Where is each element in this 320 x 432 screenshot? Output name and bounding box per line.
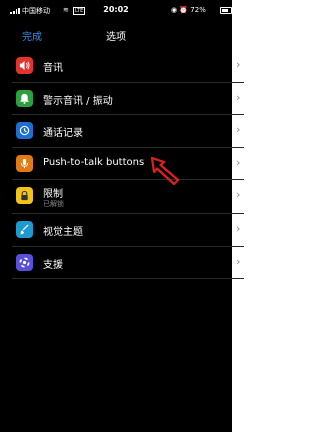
menu-item-support[interactable]: 支援 › bbox=[12, 247, 244, 279]
menu-item-restrictions[interactable]: 限制 已解锁 › bbox=[12, 180, 244, 214]
nav-bar: 完成 选项 bbox=[0, 20, 232, 50]
menu-item-label: 视觉主题 bbox=[43, 227, 83, 238]
status-indicators: ◉ ⏰ 72% bbox=[171, 6, 206, 14]
page-title: 选项 bbox=[106, 32, 126, 43]
menu-item-label: 通话记录 bbox=[43, 128, 83, 139]
menu-item-label: 警示音讯 / 振动 bbox=[43, 95, 113, 107]
chevron-right-icon: › bbox=[236, 123, 241, 136]
menu-item-label: 限制 bbox=[43, 189, 63, 200]
chevron-right-icon: › bbox=[236, 222, 241, 235]
chevron-right-icon: › bbox=[236, 90, 241, 104]
menu-item-ptt-buttons[interactable]: Push-to-talk buttons › bbox=[12, 148, 244, 180]
alarm-icon: ⏰ bbox=[179, 6, 189, 14]
options-list: 音讯 › 警示音讯 / 振动 › 通话记录 › Push-to-talk but… bbox=[12, 50, 244, 279]
chevron-right-icon: › bbox=[236, 58, 241, 71]
menu-item-history[interactable]: 通话记录 › bbox=[12, 115, 244, 148]
chevron-right-icon: › bbox=[236, 188, 241, 201]
menu-item-label: Push-to-talk buttons bbox=[43, 156, 145, 168]
microphone-icon bbox=[16, 154, 33, 172]
red-pointer-arrow-icon bbox=[150, 156, 180, 186]
paintbrush-icon bbox=[16, 221, 33, 238]
chevron-right-icon: › bbox=[236, 254, 241, 268]
menu-item-alerts[interactable]: 警示音讯 / 振动 › bbox=[12, 83, 244, 115]
menu-item-sublabel: 已解锁 bbox=[43, 200, 64, 208]
menu-item-label: 支援 bbox=[43, 259, 63, 271]
location-icon: ◉ bbox=[171, 6, 178, 14]
lock-icon bbox=[16, 187, 33, 204]
menu-item-audio[interactable]: 音讯 › bbox=[12, 50, 244, 83]
speaker-icon bbox=[16, 57, 33, 74]
bell-icon bbox=[16, 89, 33, 107]
menu-item-label: 音讯 bbox=[43, 63, 63, 74]
battery-percent: 72% bbox=[190, 6, 206, 14]
battery-icon bbox=[220, 7, 232, 14]
history-icon bbox=[16, 122, 33, 139]
chevron-right-icon: › bbox=[236, 155, 241, 169]
status-bar: 中国移动 ≋ LTE 20:02 ◉ ⏰ 72% bbox=[0, 0, 232, 20]
app-screen: 中国移动 ≋ LTE 20:02 ◉ ⏰ 72% 完成 选项 音讯 › 警示音讯… bbox=[0, 0, 244, 432]
battery-fill bbox=[222, 9, 228, 12]
menu-item-theme[interactable]: 视觉主题 › bbox=[12, 214, 244, 247]
lifebuoy-icon bbox=[16, 253, 33, 271]
